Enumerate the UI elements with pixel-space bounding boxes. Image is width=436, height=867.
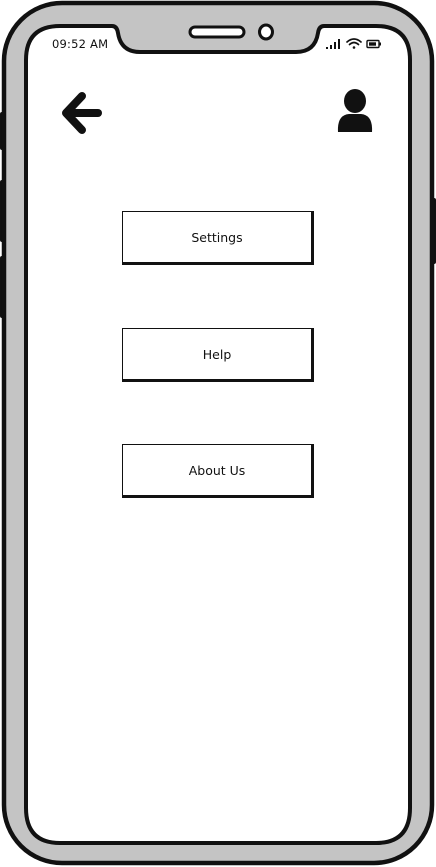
about-us-button[interactable]: About Us — [122, 444, 314, 498]
battery-icon — [366, 39, 381, 49]
status-time: 09:52 AM — [52, 37, 109, 51]
help-button[interactable]: Help — [122, 328, 314, 382]
back-button[interactable] — [58, 90, 106, 138]
profile-button[interactable] — [334, 88, 376, 136]
user-profile-icon — [337, 89, 373, 132]
signal-icon — [326, 39, 340, 49]
wifi-icon — [346, 38, 362, 49]
back-arrow-icon — [62, 92, 102, 134]
status-icons — [326, 38, 381, 49]
phone-mockup: 09:52 AM Settings Help About Us — [0, 0, 436, 867]
settings-button[interactable]: Settings — [122, 211, 314, 265]
